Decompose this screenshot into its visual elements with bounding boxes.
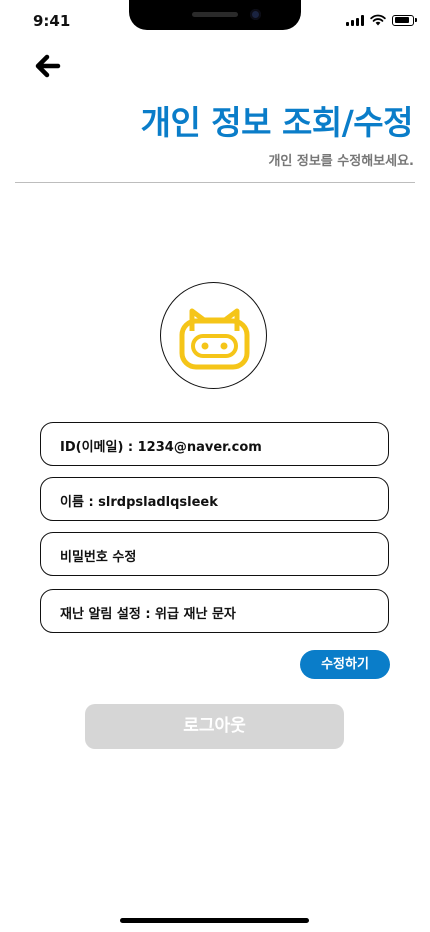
system-icons bbox=[346, 14, 417, 26]
battery-icon bbox=[392, 14, 417, 26]
disaster-alert-setting-field[interactable]: 재난 알림 설정 : 위급 재난 문자 bbox=[40, 589, 389, 633]
status-time: 9:41 bbox=[33, 12, 71, 30]
page-title: 개인 정보 조회/수정 bbox=[140, 103, 414, 142]
home-indicator[interactable] bbox=[120, 918, 309, 923]
change-password-label: 비밀번호 수정 bbox=[60, 550, 137, 565]
page-subtitle: 개인 정보를 수정해보세요. bbox=[268, 154, 414, 169]
email-field[interactable]: ID(이메일) : 1234@naver.com bbox=[40, 422, 389, 466]
disaster-alert-setting-label: 재난 알림 설정 : 위급 재난 문자 bbox=[60, 607, 236, 622]
wifi-icon bbox=[370, 14, 386, 26]
back-button[interactable] bbox=[33, 51, 63, 81]
email-field-label: ID(이메일) : 1234@naver.com bbox=[60, 440, 262, 455]
change-password-field[interactable]: 비밀번호 수정 bbox=[40, 532, 389, 576]
status-bar: 9:41 bbox=[0, 0, 430, 44]
speaker-grille bbox=[192, 12, 238, 17]
arrow-left-icon bbox=[35, 54, 61, 78]
header-divider bbox=[15, 182, 415, 183]
cellular-signal-icon bbox=[346, 14, 364, 26]
logout-button[interactable]: 로그아웃 bbox=[85, 704, 344, 749]
robot-face-icon bbox=[179, 308, 250, 370]
name-field-label: 이름 : slrdpsladlqsleek bbox=[60, 495, 218, 510]
front-camera bbox=[250, 9, 261, 20]
device-notch bbox=[129, 0, 301, 30]
edit-button[interactable]: 수정하기 bbox=[300, 650, 390, 679]
avatar bbox=[160, 282, 267, 389]
name-field[interactable]: 이름 : slrdpsladlqsleek bbox=[40, 477, 389, 521]
